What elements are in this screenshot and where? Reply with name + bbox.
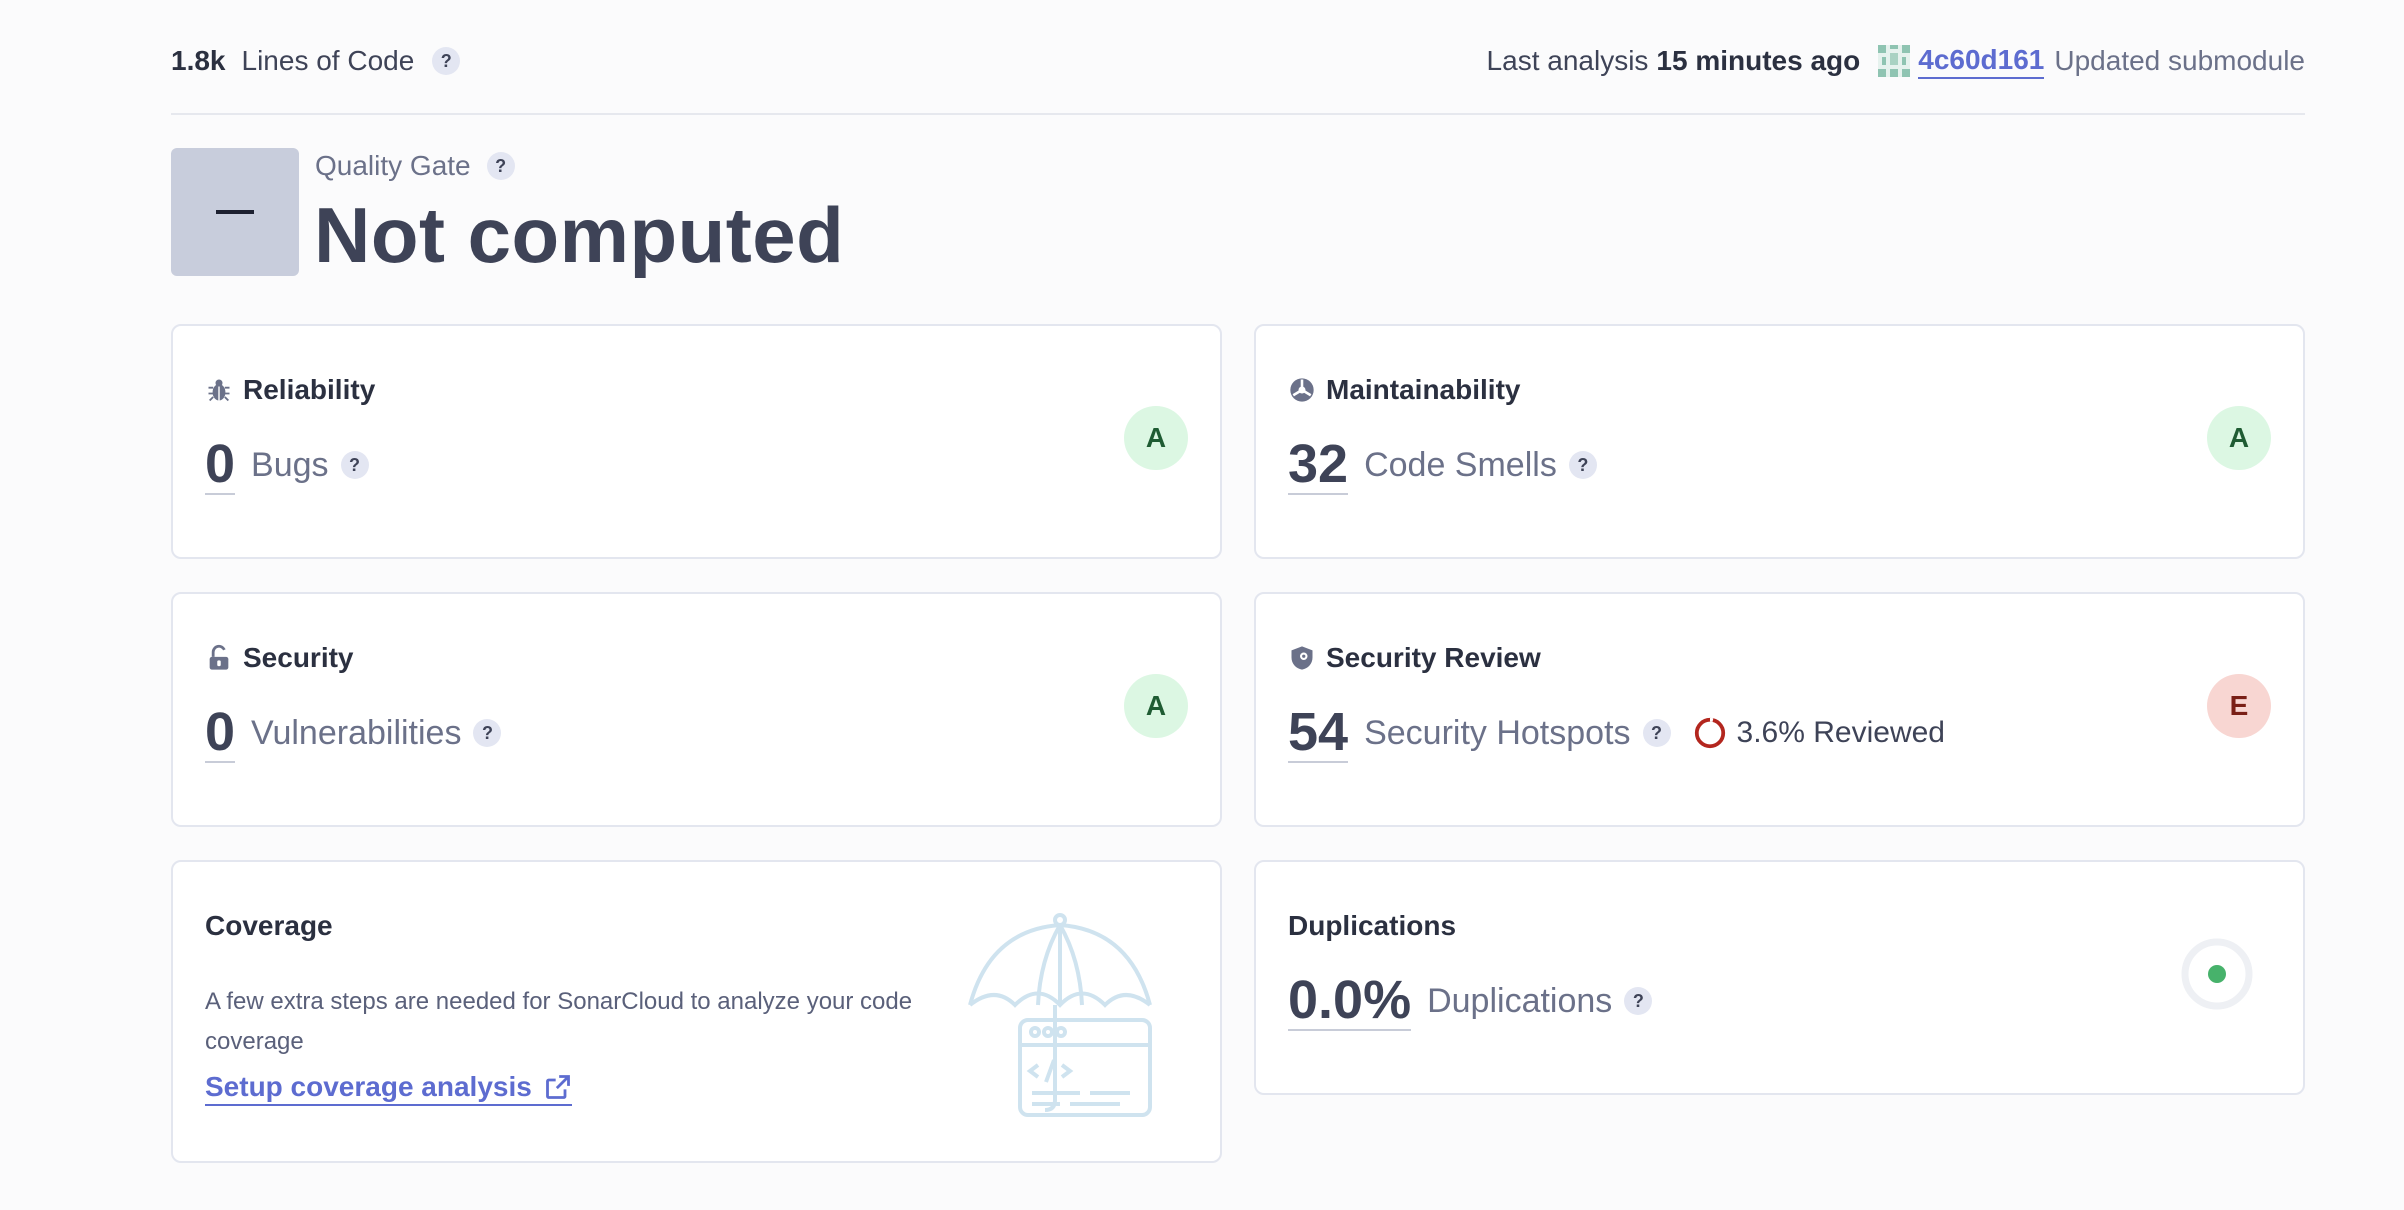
duplications-card: Duplications 0.0% Duplications ? [1254,860,2305,1095]
external-link-icon [545,1074,570,1099]
hotspots-reviewed[interactable]: 3.6% Reviewed [1693,716,1945,750]
card-title: Coverage [205,910,333,942]
security-review-title: Security Review [1326,642,1541,673]
duplications-ring-icon[interactable] [2179,936,2255,1012]
help-icon[interactable]: ? [1624,987,1653,1016]
card-title: Security [205,642,354,674]
coverage-card: Coverage A few extra steps are needed fo… [171,860,1222,1163]
reliability-rating[interactable]: A [1124,406,1188,470]
help-icon[interactable]: ? [432,47,461,75]
maintainability-metric: 32 Code Smells ? [1288,436,1597,495]
commit-author-avatar [1878,45,1911,77]
security-hotspots-count[interactable]: 54 [1288,704,1349,763]
maintainability-title: Maintainability [1326,374,1521,405]
coverage-description: A few extra steps are needed for SonarCl… [205,988,913,1055]
dash-icon [216,210,254,214]
help-icon[interactable]: ? [486,152,515,180]
security-review-metric: 54 Security Hotspots ? 3.6% Reviewed [1288,704,1945,763]
vulnerabilities-label: Vulnerabilities [251,713,462,752]
loc-value: 1.8k [171,45,226,76]
commit-hash-link[interactable]: 4c60d161 [1918,43,2045,79]
quality-gate-label: Quality Gate [315,150,471,181]
umbrella-illustration-icon [968,913,1152,1117]
setup-coverage-link[interactable]: Setup coverage analysis [205,1070,572,1106]
card-title: Security Review [1288,642,1541,674]
overview-header: 1.8k Lines of Code ? Last analysis 15 mi… [171,38,2305,84]
card-title: Maintainability [1288,374,1520,406]
setup-coverage-label: Setup coverage analysis [205,1071,532,1102]
quality-gate-title: Quality Gate ? [315,150,515,182]
bugs-count[interactable]: 0 [205,436,236,495]
security-review-card: Security Review 54 Security Hotspots ? 3… [1254,592,2305,827]
reliability-metric: 0 Bugs ? [205,436,369,495]
reliability-card: Reliability 0 Bugs ? A [171,324,1222,559]
bugs-label: Bugs [251,445,329,484]
duplications-title: Duplications [1288,910,1457,941]
last-analysis-time: 15 minutes ago [1656,45,1861,76]
bug-icon [208,379,230,402]
vulnerabilities-count[interactable]: 0 [205,704,236,763]
card-title: Duplications [1288,910,1456,942]
coverage-title: Coverage [205,910,333,941]
security-metric: 0 Vulnerabilities ? [205,704,502,763]
card-title: Reliability [205,374,375,406]
security-hotspots-label: Security Hotspots [1364,713,1631,752]
maintainability-card: Maintainability 32 Code Smells ? A [1254,324,2305,559]
duplications-metric: 0.0% Duplications ? [1288,972,1653,1031]
duplications-label: Duplications [1427,981,1613,1020]
commit-message: Updated submodule [2054,45,2305,76]
code-smells-label: Code Smells [1364,445,1557,484]
maintainability-icon [1290,378,1314,402]
shield-icon [1291,646,1313,670]
security-card: Security 0 Vulnerabilities ? A [171,592,1222,827]
code-smells-count[interactable]: 32 [1288,436,1349,495]
reliability-title: Reliability [243,374,376,405]
header-divider [171,113,2305,115]
help-icon[interactable]: ? [1568,451,1597,480]
loc-label: Lines of Code [241,45,415,76]
security-review-rating[interactable]: E [2207,674,2271,738]
duplications-value[interactable]: 0.0% [1288,972,1412,1031]
help-icon[interactable]: ? [473,719,502,748]
security-rating[interactable]: A [1124,674,1188,738]
lock-open-icon [209,644,229,670]
last-analysis: Last analysis 15 minutes ago 4c60d161 Up… [1487,43,2305,79]
help-icon[interactable]: ? [1642,719,1671,748]
reviewed-progress-ring-icon [1694,718,1725,749]
last-analysis-label: Last analysis [1486,45,1649,76]
quality-gate-status: Not computed [314,191,845,279]
security-title: Security [243,642,354,673]
maintainability-rating[interactable]: A [2207,406,2271,470]
reviewed-label: 3.6% Reviewed [1736,716,1945,750]
quality-gate-indicator [171,148,299,276]
project-overview: 1.8k Lines of Code ? Last analysis 15 mi… [0,0,2404,1210]
help-icon[interactable]: ? [340,451,369,480]
lines-of-code: 1.8k Lines of Code ? [171,45,461,77]
